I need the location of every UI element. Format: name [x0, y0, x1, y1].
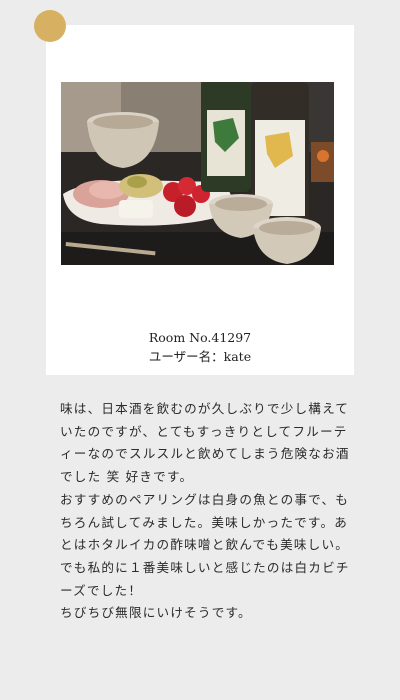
post-card: Room No.41297 ユーザー名：kate	[46, 25, 354, 375]
decorative-dot	[34, 10, 66, 42]
post-caption: Room No.41297 ユーザー名：kate	[46, 328, 354, 366]
post-photo[interactable]	[61, 82, 334, 265]
comment-text: 味は、日本酒を飲むのが久しぶりで少し構えていたのですが、とてもすっきりとしてフル…	[60, 398, 350, 625]
comment-paragraph: ちびちび無限にいけそうです。	[60, 605, 252, 621]
food-and-sake-photo	[61, 82, 334, 265]
comment-paragraph: でも私的に１番美味しいと感じたのは白カビチーズでした！	[60, 559, 350, 598]
room-number: Room No.41297	[148, 330, 252, 345]
comment-paragraph: おすすめのペアリングは白身の魚との事で、もちろん試してみました。美味しかったです…	[60, 491, 350, 553]
comment-paragraph: 味は、日本酒を飲むのが久しぶりで少し構えていたのですが、とてもすっきりとしてフル…	[60, 401, 350, 485]
user-name: ユーザー名：kate	[148, 349, 252, 364]
